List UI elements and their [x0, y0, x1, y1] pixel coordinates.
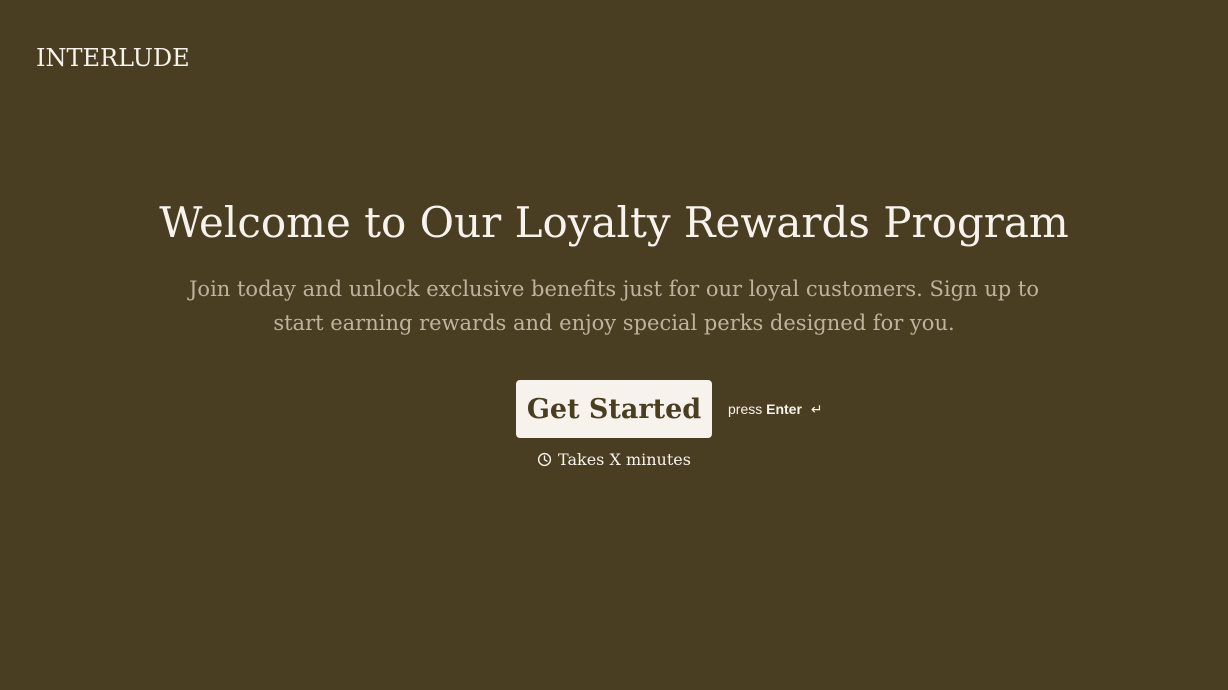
page-subtitle: Join today and unlock exclusive benefits…: [189, 277, 1039, 335]
page-title: Welcome to Our Loyalty Rewards Program: [159, 198, 1069, 247]
hint-prefix: press: [728, 401, 763, 417]
cta-row: Get Started press Enter ↵: [0, 380, 1228, 438]
get-started-button[interactable]: Get Started: [516, 380, 712, 438]
hero-section: Welcome to Our Loyalty Rewards Program J…: [0, 196, 1228, 469]
duration-text: Takes X minutes: [558, 450, 691, 469]
keyboard-hint: press Enter ↵: [728, 401, 823, 418]
clock-icon: [537, 452, 552, 467]
brand-logo: INTERLUDE: [36, 44, 190, 72]
duration-note: Takes X minutes: [0, 450, 1228, 469]
hint-key: Enter: [766, 401, 802, 417]
enter-icon: ↵: [810, 401, 823, 417]
